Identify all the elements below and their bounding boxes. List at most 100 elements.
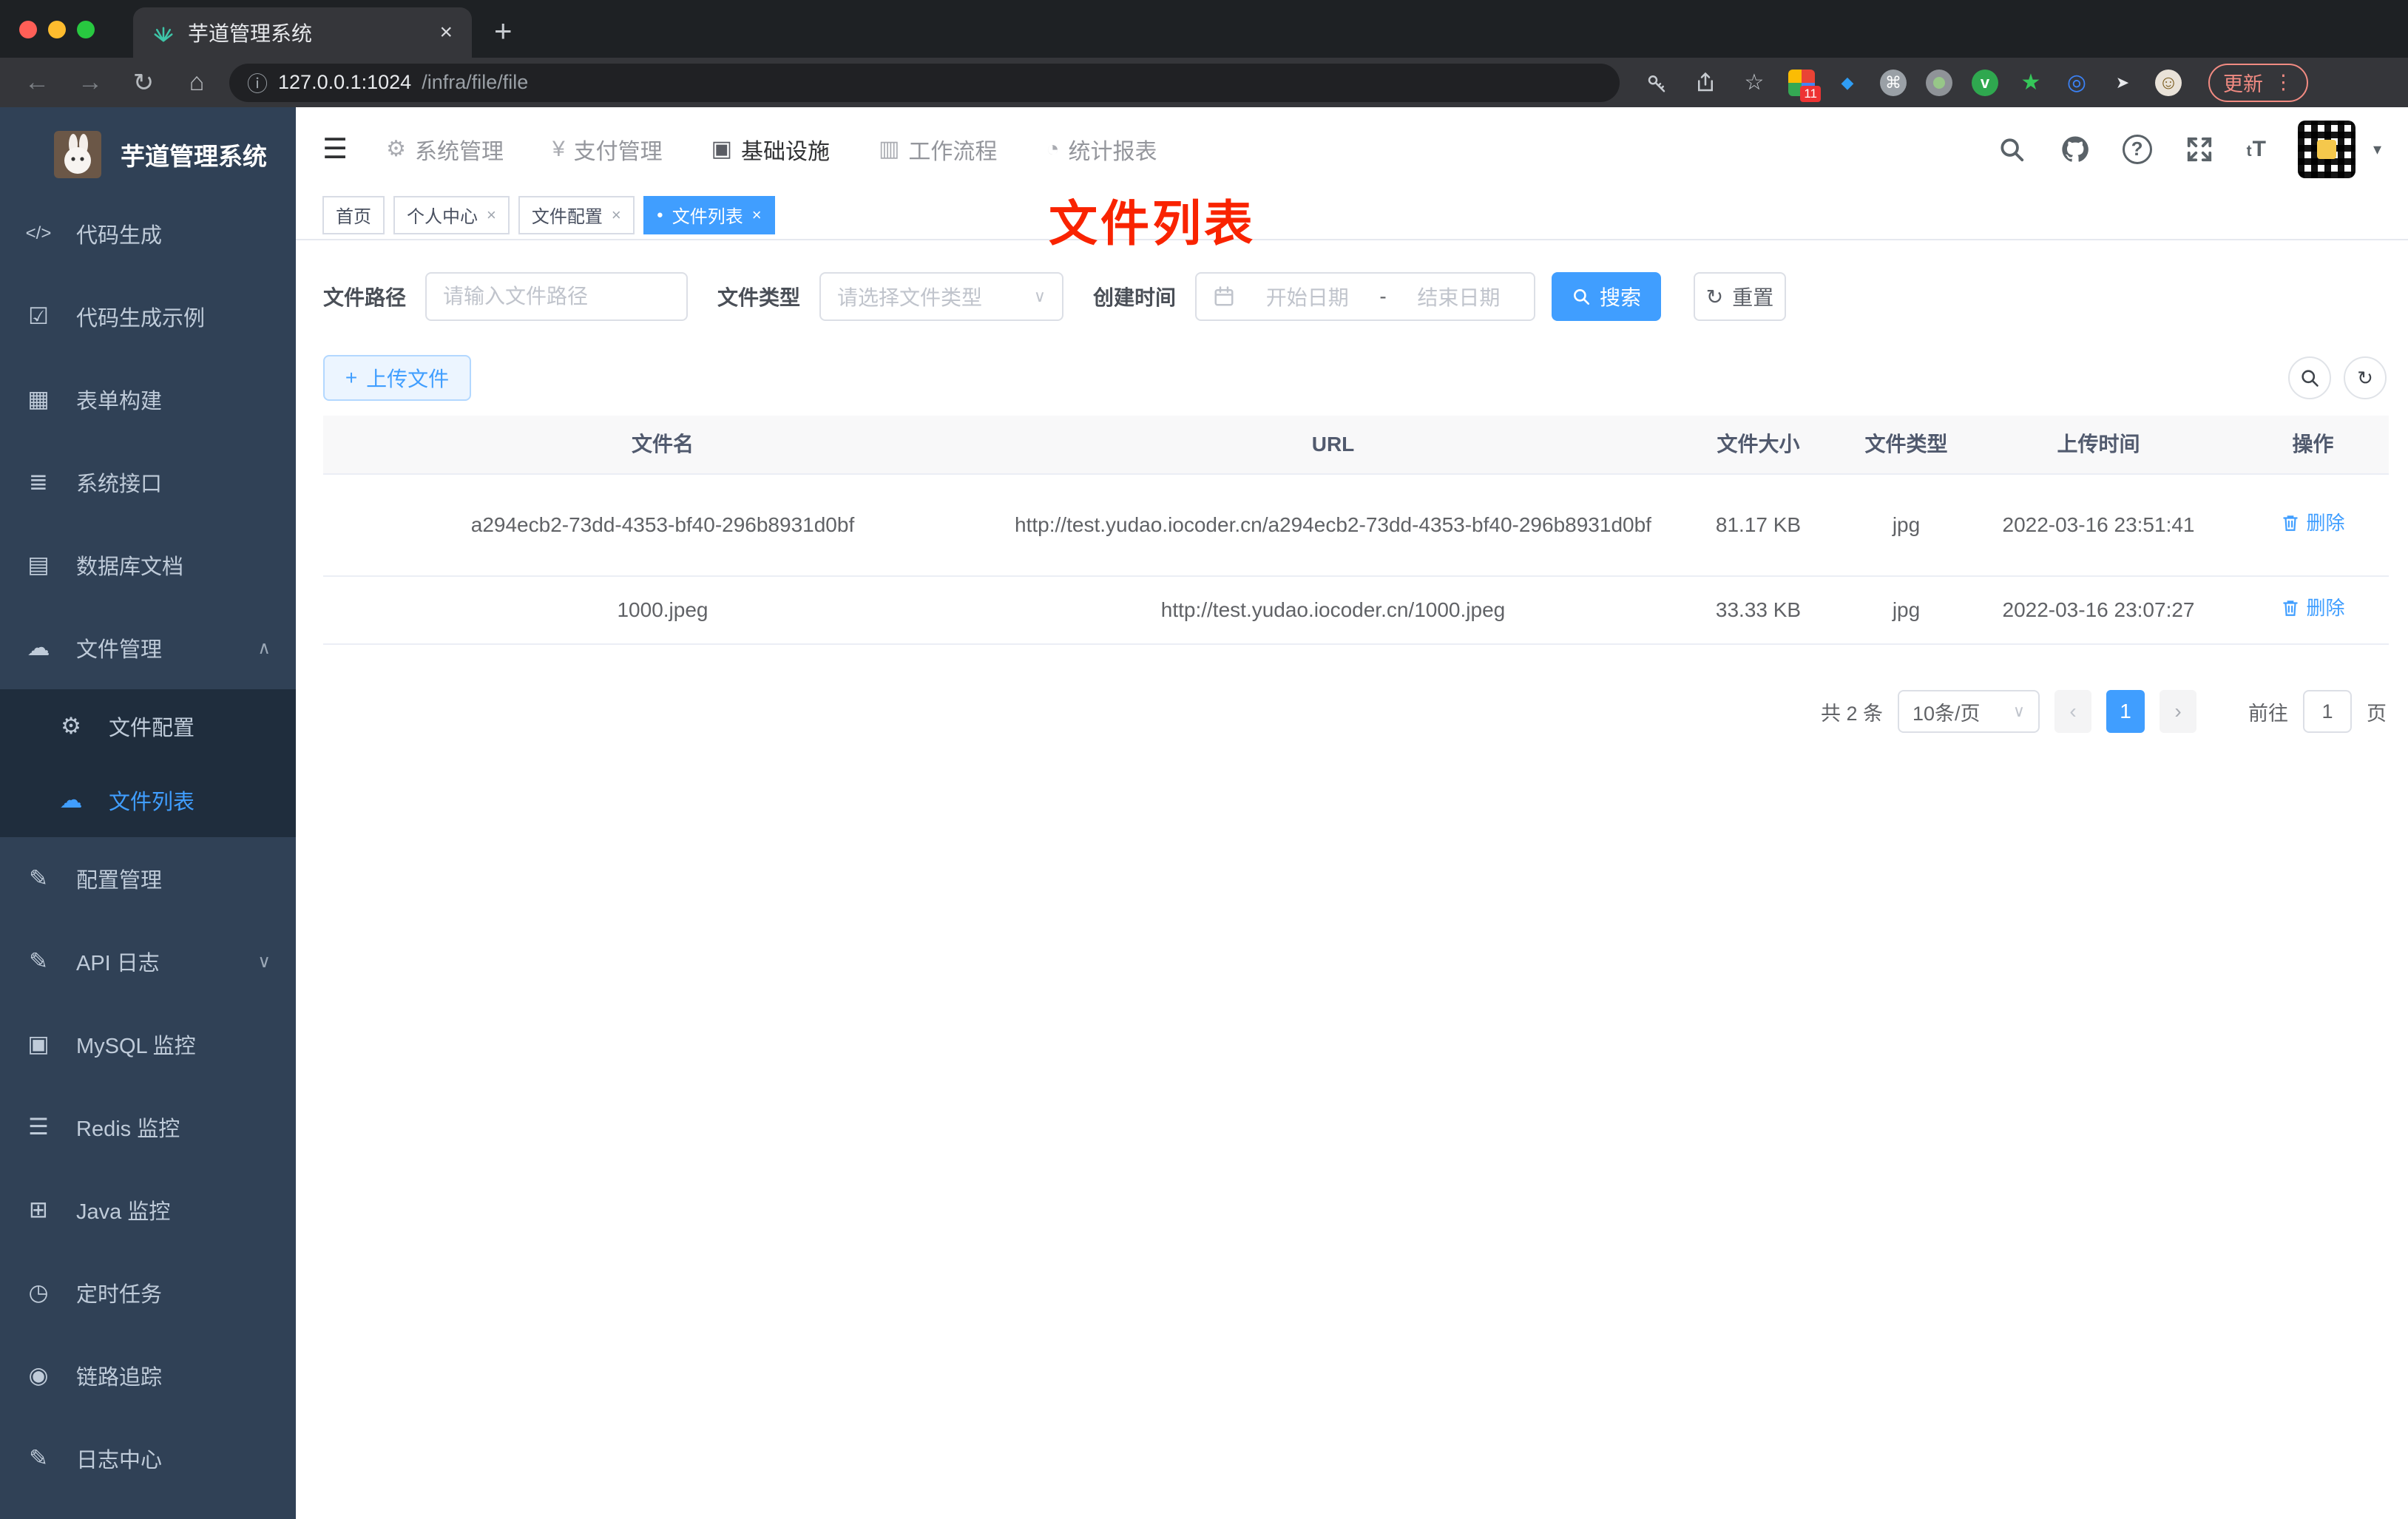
toggle-search-button[interactable] bbox=[2288, 356, 2331, 399]
cell-file-type: jpg bbox=[1892, 513, 1921, 537]
reload-icon[interactable]: ↻ bbox=[127, 68, 160, 98]
extension-gem-icon[interactable]: ◆ bbox=[1834, 70, 1861, 96]
extension-emoji-icon[interactable]: ☺ bbox=[2155, 69, 2182, 96]
logo-rabbit-image bbox=[54, 131, 101, 178]
avatar-qr-image[interactable] bbox=[2297, 120, 2355, 178]
sidebar-item-mysql-monitor[interactable]: ▣ MySQL 监控 bbox=[0, 1003, 296, 1086]
shield-check-icon: ☑ bbox=[28, 303, 49, 329]
total-count: 共 2 条 bbox=[1820, 702, 1883, 725]
sidebar-item-java-monitor[interactable]: ⊞ Java 监控 bbox=[0, 1168, 296, 1251]
tag-profile[interactable]: 个人中心 × bbox=[393, 195, 510, 234]
app-header: ☰ ⚙ 系统管理 ¥ 支付管理 ▣ 基础设施 ▥ 工作流程 ◔ 统计报表 ? t… bbox=[296, 107, 2408, 191]
annotation-text: 文件列表 bbox=[1049, 196, 1256, 251]
font-size-icon[interactable]: tT bbox=[2247, 137, 2267, 162]
reset-button[interactable]: ↻ 重置 bbox=[1694, 272, 1787, 321]
search-icon[interactable] bbox=[1995, 133, 2028, 166]
sidebar-item-config-manage[interactable]: ✎ 配置管理 bbox=[0, 837, 296, 920]
sidebar-item-form-builder[interactable]: ▦ 表单构建 bbox=[0, 358, 296, 441]
extension-dot-icon[interactable] bbox=[1926, 69, 1952, 96]
fullscreen-icon[interactable] bbox=[2183, 133, 2216, 166]
extension-star-icon[interactable]: ★ bbox=[2018, 70, 2044, 96]
extension-v-icon[interactable]: v bbox=[1972, 69, 1998, 96]
tab-payment-manage[interactable]: ¥ 支付管理 bbox=[552, 133, 663, 166]
back-icon[interactable]: ← bbox=[21, 68, 53, 97]
password-key-icon[interactable] bbox=[1642, 68, 1671, 98]
sidebar-item-code-demo[interactable]: ☑ 代码生成示例 bbox=[0, 275, 296, 358]
zoom-window-button[interactable] bbox=[77, 21, 95, 38]
tag-file-list[interactable]: ● 文件列表 × bbox=[643, 195, 775, 234]
sidebar-item-code-gen[interactable]: </> 代码生成 bbox=[0, 192, 296, 275]
cell-file-url: http://test.yudao.iocoder.cn/a294ecb2-73… bbox=[1015, 513, 1651, 537]
prev-page-button[interactable]: ‹ bbox=[2054, 690, 2091, 733]
date-end-placeholder[interactable]: 结束日期 bbox=[1400, 282, 1518, 311]
sidebar-item-file-config[interactable]: ⚙ 文件配置 bbox=[0, 689, 296, 763]
extension-command-icon[interactable]: ⌘ bbox=[1880, 69, 1907, 96]
sidebar-item-cron-job[interactable]: ◷ 定时任务 bbox=[0, 1251, 296, 1334]
browser-tab[interactable]: 芋道管理系统 × bbox=[133, 7, 472, 58]
grid-icon: ▤ bbox=[27, 552, 50, 578]
share-icon[interactable] bbox=[1691, 68, 1720, 98]
sidebar-item-system-api[interactable]: ≣ 系统接口 bbox=[0, 441, 296, 524]
sidebar-logo[interactable]: 芋道管理系统 bbox=[54, 131, 267, 178]
tag-home[interactable]: 首页 bbox=[322, 195, 385, 234]
new-tab-button[interactable]: + bbox=[494, 13, 513, 49]
url-host: 127.0.0.1:1024 bbox=[278, 71, 412, 93]
tab-workflow[interactable]: ▥ 工作流程 bbox=[879, 133, 997, 166]
bookmark-star-icon[interactable]: ☆ bbox=[1739, 68, 1769, 98]
monitor-icon: ▣ bbox=[711, 137, 733, 161]
extension-swirl-icon[interactable]: ◎ bbox=[2063, 70, 2090, 96]
traffic-lights bbox=[19, 21, 95, 38]
caret-down-icon[interactable]: ▾ bbox=[2373, 140, 2381, 159]
site-info-icon[interactable]: ⓘ bbox=[247, 68, 268, 98]
date-range-picker[interactable]: 开始日期 - 结束日期 bbox=[1195, 272, 1536, 321]
app-title: 芋道管理系统 bbox=[121, 143, 267, 170]
close-window-button[interactable] bbox=[19, 21, 37, 38]
forward-icon[interactable]: → bbox=[74, 68, 106, 97]
close-icon[interactable]: × bbox=[612, 206, 621, 225]
tab-infrastructure[interactable]: ▣ 基础设施 bbox=[711, 133, 830, 166]
sidebar-item-db-doc[interactable]: ▤ 数据库文档 bbox=[0, 524, 296, 606]
active-dot-icon: ● bbox=[656, 209, 663, 221]
help-icon[interactable]: ? bbox=[2122, 134, 2152, 164]
sidebar-item-file-manage[interactable]: ☁ 文件管理 ∧ bbox=[0, 606, 296, 689]
toolbar-right-icons: ↻ bbox=[2288, 356, 2387, 399]
type-select[interactable]: 请选择文件类型 ∨ bbox=[819, 272, 1064, 321]
browser-menu-kebab-icon[interactable]: ⋮ bbox=[2273, 71, 2293, 94]
sidebar-item-api-log[interactable]: ✎ API 日志 ∨ bbox=[0, 920, 296, 1003]
delete-button[interactable]: 删除 bbox=[2281, 508, 2345, 538]
sidebar-item-file-list[interactable]: ☁ 文件列表 bbox=[0, 763, 296, 837]
table-row: a294ecb2-73dd-4353-bf40-296b8931d0bf htt… bbox=[323, 475, 2389, 577]
upload-button[interactable]: + 上传文件 bbox=[323, 355, 471, 401]
path-label: 文件路径 bbox=[323, 286, 407, 309]
minimize-window-button[interactable] bbox=[48, 21, 66, 38]
goto-page-input[interactable] bbox=[2303, 690, 2352, 733]
path-input[interactable] bbox=[443, 285, 671, 308]
address-bar[interactable]: ⓘ 127.0.0.1:1024/infra/file/file bbox=[229, 63, 1620, 102]
tab-report[interactable]: ◔ 统计报表 bbox=[1046, 133, 1157, 166]
table-toolbar: + 上传文件 ↻ bbox=[323, 355, 2387, 401]
current-page-button[interactable]: 1 bbox=[2106, 690, 2145, 733]
browser-update-button[interactable]: 更新 ⋮ bbox=[2208, 63, 2308, 102]
browser-chrome: 芋道管理系统 × + ← → ↻ ⌂ ⓘ 127.0.0.1:1024/infr… bbox=[0, 0, 2408, 107]
extension-colorful-icon[interactable]: 11 bbox=[1788, 69, 1821, 102]
col-header-action: 操作 bbox=[2292, 433, 2334, 456]
github-icon[interactable] bbox=[2059, 133, 2091, 166]
search-button[interactable]: 搜索 bbox=[1552, 272, 1662, 321]
sidebar-item-trace[interactable]: ◉ 链路追踪 bbox=[0, 1334, 296, 1417]
delete-button[interactable]: 删除 bbox=[2281, 593, 2345, 623]
close-icon[interactable]: × bbox=[752, 206, 762, 225]
sidebar-item-log-center[interactable]: ✎ 日志中心 bbox=[0, 1417, 296, 1500]
sidebar-item-redis-monitor[interactable]: ☰ Redis 监控 bbox=[0, 1086, 296, 1168]
date-start-placeholder[interactable]: 开始日期 bbox=[1248, 282, 1366, 311]
page-size-select[interactable]: 10条/页 ∨ bbox=[1898, 690, 2040, 733]
refresh-table-button[interactable]: ↻ bbox=[2344, 356, 2387, 399]
edit-icon: ✎ bbox=[29, 865, 48, 891]
tab-system-manage[interactable]: ⚙ 系统管理 bbox=[386, 133, 504, 166]
next-page-button[interactable]: › bbox=[2160, 690, 2196, 733]
hamburger-icon[interactable]: ☰ bbox=[322, 132, 348, 166]
close-icon[interactable]: × bbox=[487, 206, 496, 225]
tag-file-config[interactable]: 文件配置 × bbox=[518, 195, 635, 234]
home-icon[interactable]: ⌂ bbox=[180, 68, 213, 97]
extension-pointer-icon[interactable]: ➤ bbox=[2109, 70, 2136, 96]
tab-close-icon[interactable]: × bbox=[439, 20, 453, 45]
